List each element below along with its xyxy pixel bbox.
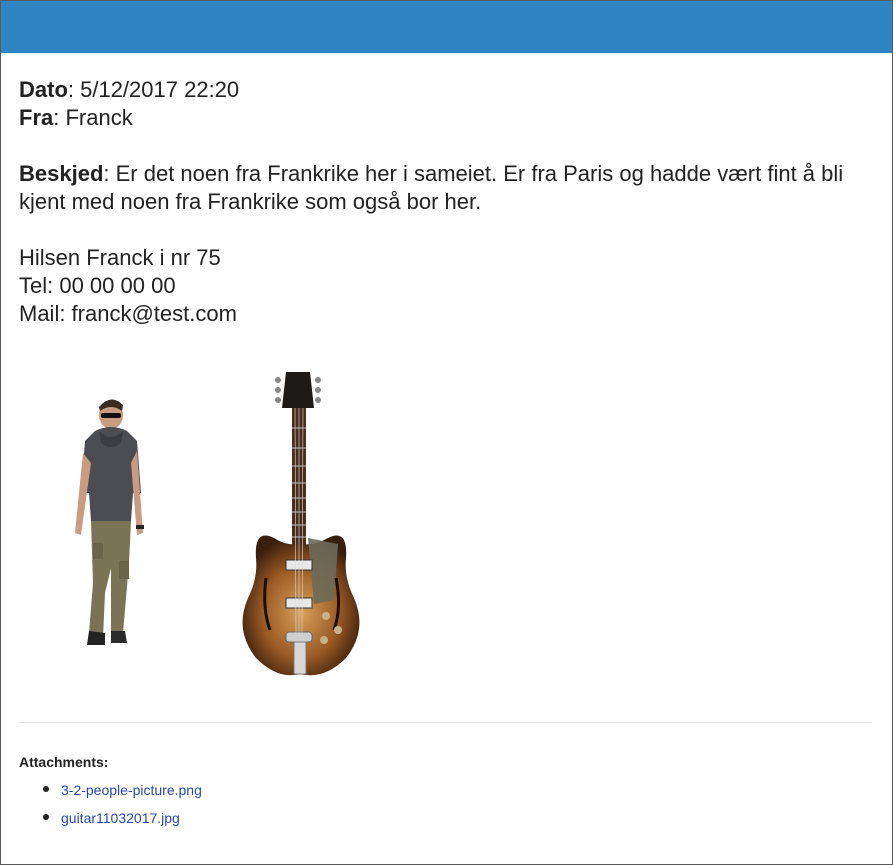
- attachments-list: 3-2-people-picture.png guitar11032017.jp…: [39, 776, 202, 832]
- person-walking-photo: [75, 399, 144, 645]
- message-body: Beskjed: Er det noen fra Frankrike her i…: [19, 160, 879, 216]
- body-label: Beskjed: [19, 161, 104, 186]
- message-content: Dato: 5/12/2017 22:20 Fra: Franck Beskje…: [19, 76, 879, 328]
- image-gallery: [19, 363, 879, 693]
- body-text: : Er det noen fra Frankrike her i sameie…: [19, 161, 844, 214]
- attachment-link-guitar[interactable]: guitar11032017.jpg: [61, 810, 180, 826]
- list-item: 3-2-people-picture.png: [43, 776, 202, 804]
- attachment-link-people-picture[interactable]: 3-2-people-picture.png: [61, 782, 202, 798]
- header-bar: [1, 1, 892, 53]
- date-value: : 5/12/2017 22:20: [67, 77, 240, 102]
- from-line: Fra: Franck: [19, 104, 879, 132]
- from-value: : Franck: [53, 105, 133, 130]
- divider: [19, 722, 872, 723]
- signature-phone: Tel: 00 00 00 00: [19, 273, 176, 298]
- from-label: Fra: [19, 105, 54, 130]
- signature-name: Hilsen Franck i nr 75: [19, 245, 221, 270]
- date-line: Dato: 5/12/2017 22:20: [19, 76, 879, 104]
- electric-guitar-photo: [242, 372, 360, 676]
- date-label: Dato: [19, 77, 68, 102]
- attachments-title: Attachments:: [19, 754, 109, 770]
- list-item: guitar11032017.jpg: [43, 804, 202, 832]
- message-window: Dato: 5/12/2017 22:20 Fra: Franck Beskje…: [0, 0, 893, 865]
- signature-mail: Mail: franck@test.com: [19, 301, 237, 326]
